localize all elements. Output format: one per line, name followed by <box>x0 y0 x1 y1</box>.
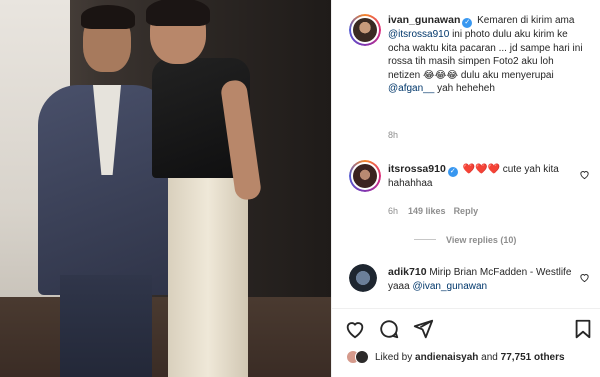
likes-count[interactable]: 77,751 others <box>501 352 565 363</box>
instagram-post: ivan_gunawan ✓ Kemaren di kirim ama @itsr… <box>0 0 600 377</box>
view-replies-label: View replies (10) <box>446 235 517 245</box>
avatar-itsrossa910[interactable] <box>349 160 381 192</box>
comment-mention[interactable]: @ivan_gunawan <box>412 281 487 292</box>
heart-icon[interactable] <box>344 318 366 340</box>
comment-time: 6h <box>388 206 399 216</box>
likes-summary: Liked by andienaisyah and 77,751 others <box>346 350 565 364</box>
post-sidebar: ivan_gunawan ✓ Kemaren di kirim ama @itsr… <box>331 0 600 377</box>
verified-badge-icon: ✓ <box>462 18 473 28</box>
caption-text-1: Kemaren di kirim ama <box>477 15 575 26</box>
photo-person-right <box>146 0 270 377</box>
comment-bubble-icon[interactable] <box>378 318 400 340</box>
comment-likes[interactable]: 149 likes <box>408 206 446 216</box>
view-replies-button[interactable]: View replies (10) <box>414 235 516 245</box>
caption-mention-1[interactable]: @itsrossa910 <box>388 29 449 40</box>
comment-like-heart-icon[interactable] <box>579 272 590 283</box>
comment-username[interactable]: itsrossa910 <box>388 163 446 175</box>
comment-like-heart-icon[interactable] <box>579 169 590 180</box>
caption-mention-2[interactable]: @afgan__ <box>388 83 434 94</box>
comment-meta: 6h 149 likes Reply <box>388 206 486 216</box>
post-photo[interactable] <box>0 0 331 377</box>
post-action-bar <box>344 318 594 340</box>
caption-text-3: yah heheheh <box>434 83 495 94</box>
avatar-ivan-gunawan[interactable] <box>349 14 381 46</box>
likes-user[interactable]: andienaisyah <box>415 352 478 363</box>
comment-itsrossa910: itsrossa910 ✓ ❤️❤️❤️ cute yah kita hahahh… <box>388 163 568 191</box>
send-icon[interactable] <box>412 318 434 340</box>
likes-middle: and <box>478 351 501 363</box>
liker-avatar <box>355 350 369 364</box>
comment-username[interactable]: adik710 <box>388 266 427 278</box>
comment-adik710: adik710 Mirip Brian McFadden - Westlife … <box>388 266 578 293</box>
likes-prefix: Liked by <box>375 351 416 363</box>
caption-username[interactable]: ivan_gunawan <box>388 14 460 26</box>
comment-reply-button[interactable]: Reply <box>454 206 479 216</box>
caption-timestamp[interactable]: 8h <box>388 130 398 140</box>
verified-badge-icon: ✓ <box>447 167 458 177</box>
post-caption: ivan_gunawan ✓ Kemaren di kirim ama @itsr… <box>388 14 588 96</box>
avatar-adik710[interactable] <box>349 264 377 292</box>
bookmark-icon[interactable] <box>572 318 594 340</box>
